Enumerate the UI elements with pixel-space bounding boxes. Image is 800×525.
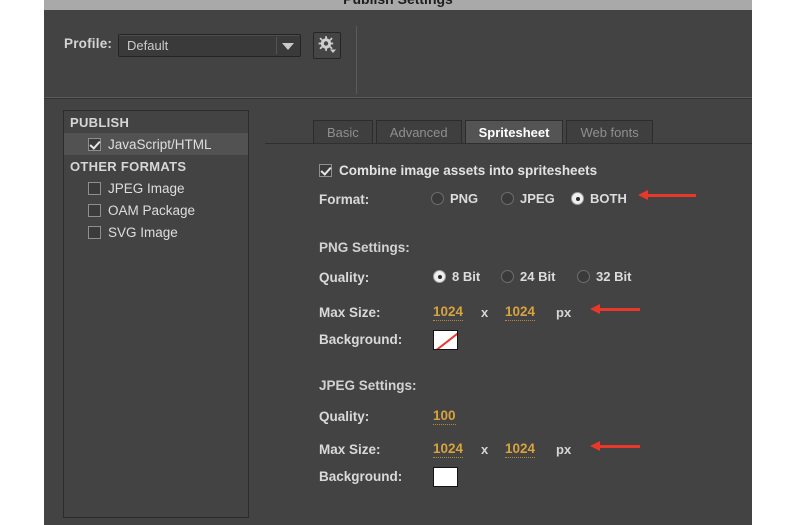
sidebar-item-javascript-html[interactable]: JavaScript/HTML: [64, 133, 248, 155]
jpeg-max-size-label: Max Size:: [319, 442, 381, 457]
arrow-shaft: [598, 445, 640, 448]
publish-settings-dialog: Publish Settings Profile: Default: [44, 0, 752, 525]
checkbox-combine-spritesheets[interactable]: [319, 164, 332, 177]
png-background-label: Background:: [319, 332, 402, 347]
tab-web-fonts[interactable]: Web fonts: [566, 120, 652, 143]
profile-selected-value: Default: [127, 38, 168, 53]
profile-label: Profile:: [64, 36, 112, 51]
chevron-down-icon: [282, 43, 294, 50]
screenshot-root: Publish Settings Profile: Default: [0, 0, 800, 525]
dialog-title: Publish Settings: [44, 0, 752, 7]
tab-advanced[interactable]: Advanced: [376, 120, 462, 143]
jpeg-max-width-input[interactable]: 1024: [433, 441, 463, 458]
arrow-format-both: [638, 189, 696, 201]
radio-label: PNG: [450, 191, 478, 206]
jpeg-quality-label: Quality:: [319, 409, 369, 424]
radio-label: JPEG: [520, 191, 555, 206]
combine-spritesheets-label: Combine image assets into spritesheets: [339, 163, 597, 178]
checkbox-svg-image[interactable]: [88, 226, 101, 239]
sidebar-group-other-formats-title: OTHER FORMATS: [64, 155, 248, 177]
radio-dot: [501, 270, 514, 283]
png-settings-heading: PNG Settings:: [319, 240, 410, 255]
radio-dot: [431, 192, 444, 205]
radio-format-png[interactable]: PNG: [431, 191, 478, 206]
tab-label: Web fonts: [580, 125, 638, 140]
header-separator-shadow: [44, 98, 752, 99]
profile-bar: Profile: Default: [44, 10, 752, 97]
radio-format-jpeg[interactable]: JPEG: [501, 191, 555, 206]
radio-label: 8 Bit: [452, 269, 480, 284]
sidebar-item-label: JPEG Image: [108, 181, 185, 196]
jpeg-settings-heading: JPEG Settings:: [319, 378, 417, 393]
tab-label: Advanced: [390, 125, 448, 140]
profile-options-button[interactable]: [313, 32, 341, 59]
sidebar-item-svg-image[interactable]: SVG Image: [64, 221, 248, 243]
jpeg-background-swatch[interactable]: [433, 467, 458, 487]
sidebar-item-label: SVG Image: [108, 225, 178, 240]
radio-dot: [501, 192, 514, 205]
sidebar-item-label: JavaScript/HTML: [108, 137, 212, 152]
sidebar-item-jpeg-image[interactable]: JPEG Image: [64, 177, 248, 199]
spritesheet-tab-panel: Combine image assets into spritesheets F…: [265, 144, 752, 525]
profile-bar-divider: [356, 26, 357, 94]
dialog-title-bar: Publish Settings: [44, 0, 752, 10]
radio-png-24bit[interactable]: 24 Bit: [501, 269, 555, 284]
format-label: Format:: [319, 192, 369, 207]
tab-basic[interactable]: Basic: [313, 120, 373, 143]
radio-png-32bit[interactable]: 32 Bit: [577, 269, 631, 284]
settings-panel: Basic Advanced Spritesheet Web fonts Com…: [265, 110, 752, 525]
png-background-swatch[interactable]: [433, 330, 458, 350]
transparent-slash-icon: [433, 330, 458, 350]
arrow-png-max-size: [590, 303, 648, 315]
tab-spritesheet[interactable]: Spritesheet: [465, 120, 564, 143]
radio-label: BOTH: [590, 191, 627, 206]
radio-format-both[interactable]: BOTH: [571, 191, 627, 206]
jpeg-background-label: Background:: [319, 469, 402, 484]
format-list[interactable]: PUBLISH JavaScript/HTML OTHER FORMATS JP…: [63, 110, 249, 518]
png-max-size-label: Max Size:: [319, 305, 381, 320]
png-quality-label: Quality:: [319, 270, 369, 285]
sidebar-item-label: OAM Package: [108, 203, 195, 218]
tab-bar: Basic Advanced Spritesheet Web fonts: [313, 120, 653, 143]
png-size-separator: x: [481, 305, 488, 320]
dropdown-divider: [276, 37, 277, 54]
radio-dot: [571, 192, 584, 205]
radio-label: 32 Bit: [596, 269, 631, 284]
jpeg-size-unit: px: [556, 442, 571, 457]
radio-label: 24 Bit: [520, 269, 555, 284]
sidebar-item-oam-package[interactable]: OAM Package: [64, 199, 248, 221]
tab-label: Spritesheet: [479, 125, 550, 140]
png-max-height-input[interactable]: 1024: [505, 304, 535, 321]
tab-label: Basic: [327, 125, 359, 140]
arrow-jpeg-max-size: [590, 440, 648, 452]
radio-png-8bit[interactable]: 8 Bit: [433, 269, 480, 284]
radio-dot: [577, 270, 590, 283]
jpeg-size-separator: x: [481, 442, 488, 457]
profile-dropdown[interactable]: Default: [118, 34, 301, 57]
arrow-shaft: [646, 194, 696, 197]
arrow-shaft: [598, 308, 640, 311]
checkbox-oam-package[interactable]: [88, 204, 101, 217]
radio-dot: [433, 270, 446, 283]
jpeg-max-height-input[interactable]: 1024: [505, 441, 535, 458]
checkbox-jpeg-image[interactable]: [88, 182, 101, 195]
png-size-unit: px: [556, 305, 571, 320]
checkbox-javascript-html[interactable]: [88, 138, 101, 151]
combine-spritesheets-checkbox[interactable]: Combine image assets into spritesheets: [319, 163, 597, 178]
jpeg-quality-input[interactable]: 100: [433, 408, 456, 425]
sidebar-group-publish-title: PUBLISH: [64, 111, 248, 133]
png-max-width-input[interactable]: 1024: [433, 304, 463, 321]
